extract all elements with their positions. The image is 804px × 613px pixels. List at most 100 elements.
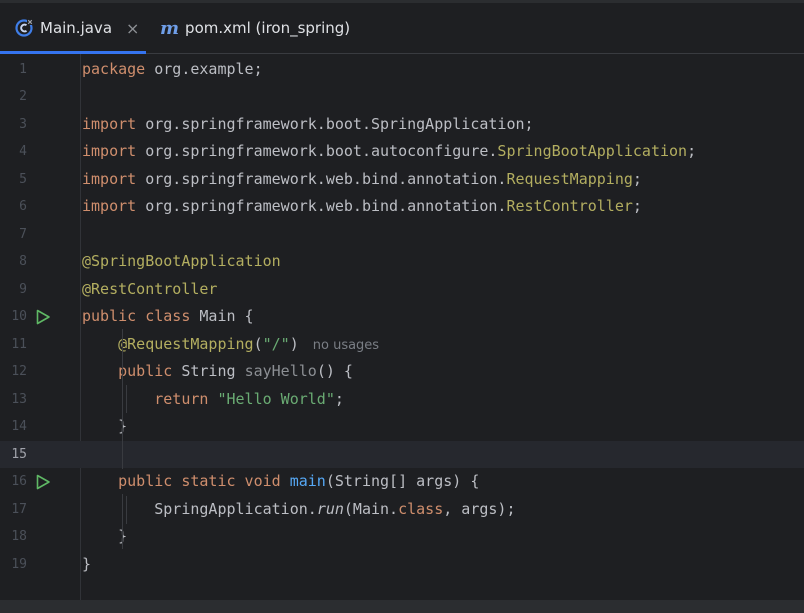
code-text: import org.springframework.boot.autoconf…: [82, 138, 696, 165]
package-path: org.springframework.boot.autoconfigure.: [136, 142, 498, 160]
code-line[interactable]: 4 import org.springframework.boot.autoco…: [0, 138, 804, 165]
line-number: 16: [11, 474, 27, 489]
code-line[interactable]: 9 @RestController: [0, 276, 804, 303]
code-rest: (String[] args) {: [325, 472, 480, 490]
line-number: 14: [11, 419, 27, 434]
code-line[interactable]: 12 public String sayHello() {: [0, 358, 804, 385]
code-rest: () {: [316, 362, 353, 380]
line-number: 1: [19, 62, 27, 77]
code-text: import org.springframework.boot.SpringAp…: [82, 111, 534, 138]
java-class-icon: [14, 18, 34, 38]
code-text: import org.springframework.web.bind.anno…: [82, 166, 642, 193]
imported-class: RestController: [506, 197, 633, 215]
line-number: 4: [19, 144, 27, 159]
code-line[interactable]: 8 @SpringBootApplication: [0, 248, 804, 275]
code-end: , args);: [443, 500, 516, 518]
keyword: package: [82, 60, 146, 78]
run-gutter-icon[interactable]: [35, 474, 51, 490]
code-editor[interactable]: 1 package org.example; 2 3 import org.sp…: [0, 54, 804, 600]
keyword: public: [118, 362, 173, 380]
line-number: 6: [19, 199, 27, 214]
method-name: main: [289, 472, 326, 490]
semicolon: ;: [632, 170, 642, 188]
code-line-current[interactable]: 15: [0, 441, 804, 468]
code-line[interactable]: 1 package org.example;: [0, 56, 804, 83]
imported-class: RequestMapping: [506, 170, 633, 188]
code-line[interactable]: 11 @RequestMapping("/") no usages: [0, 331, 804, 358]
indent-guide: [126, 385, 127, 413]
code-line[interactable]: 19 }: [0, 551, 804, 578]
keyword: public static void: [118, 472, 281, 490]
editor-tab-bar: Main.java × m pom.xml (iron_spring): [0, 3, 804, 54]
line-number: 3: [19, 117, 27, 132]
keyword: return: [154, 390, 209, 408]
indent-guide: [122, 329, 123, 469]
static-method: run: [316, 500, 344, 518]
line-number: 2: [19, 89, 27, 104]
code-line[interactable]: 16 public static void main(String[] args…: [0, 468, 804, 495]
line-number: 19: [11, 557, 27, 572]
method-name: sayHello: [244, 362, 317, 380]
code-line[interactable]: 3 import org.springframework.boot.Spring…: [0, 111, 804, 138]
code-text: import org.springframework.web.bind.anno…: [82, 193, 642, 220]
line-number: 18: [11, 529, 27, 544]
keyword: import: [82, 197, 137, 215]
code-line[interactable]: 6 import org.springframework.web.bind.an…: [0, 193, 804, 220]
code-line[interactable]: 18 }: [0, 523, 804, 550]
keyword: import: [82, 170, 137, 188]
keyword: import: [82, 142, 137, 160]
indent-guide: [126, 496, 127, 524]
close-icon[interactable]: ×: [126, 19, 139, 38]
code-line[interactable]: 2: [0, 83, 804, 110]
line-number: 17: [11, 502, 27, 517]
code-text: @RequestMapping("/") no usages: [82, 331, 379, 359]
code-line[interactable]: 14 }: [0, 413, 804, 440]
code-text: public class Main {: [82, 303, 254, 330]
code-line[interactable]: 13 return "Hello World";: [0, 386, 804, 413]
tab-label: Main.java: [40, 19, 113, 37]
code-rest: Main {: [190, 307, 254, 325]
usages-hint[interactable]: no usages: [313, 338, 379, 353]
code-line[interactable]: 5 import org.springframework.web.bind.an…: [0, 166, 804, 193]
code-text: SpringApplication.run(Main.class, args);: [82, 496, 516, 523]
paren: ): [289, 335, 299, 353]
code-line[interactable]: 17 SpringApplication.run(Main.class, arg…: [0, 496, 804, 523]
tab-main-java[interactable]: Main.java ×: [0, 3, 146, 54]
code-text: }: [82, 417, 128, 435]
line-number: 5: [19, 172, 27, 187]
code-rest: org.springframework.boot.SpringApplicati…: [136, 115, 534, 133]
annotation: @RequestMapping: [118, 335, 254, 353]
string-literal: "Hello World": [217, 390, 335, 408]
line-number: 7: [19, 227, 27, 242]
keyword: public class: [82, 307, 191, 325]
run-gutter-icon[interactable]: [35, 309, 51, 325]
code-text: package org.example;: [82, 56, 263, 83]
status-bar: [0, 600, 804, 613]
line-number: 9: [19, 282, 27, 297]
code-line[interactable]: 10 public class Main {: [0, 303, 804, 330]
line-number: 15: [11, 447, 27, 462]
package-path: org.springframework.web.bind.annotation.: [136, 197, 507, 215]
paren: (: [253, 335, 263, 353]
code-text: @SpringBootApplication: [82, 248, 281, 275]
package-path: org.springframework.web.bind.annotation.: [136, 170, 507, 188]
tab-pom-xml[interactable]: m pom.xml (iron_spring): [146, 3, 350, 53]
imported-class: SpringBootApplication: [497, 142, 688, 160]
line-number: 12: [11, 364, 27, 379]
code-pre: SpringApplication.: [154, 500, 317, 518]
code-text: @RestController: [82, 276, 217, 303]
code-line[interactable]: 7: [0, 221, 804, 248]
semicolon: ;: [334, 390, 344, 408]
line-number: 10: [11, 309, 27, 324]
code-rest: org.example;: [145, 60, 263, 78]
line-number: 8: [19, 254, 27, 269]
indent-guide: [122, 494, 123, 549]
annotation: @RestController: [82, 280, 218, 298]
annotation: @SpringBootApplication: [82, 252, 281, 270]
code-text: }: [82, 527, 128, 545]
